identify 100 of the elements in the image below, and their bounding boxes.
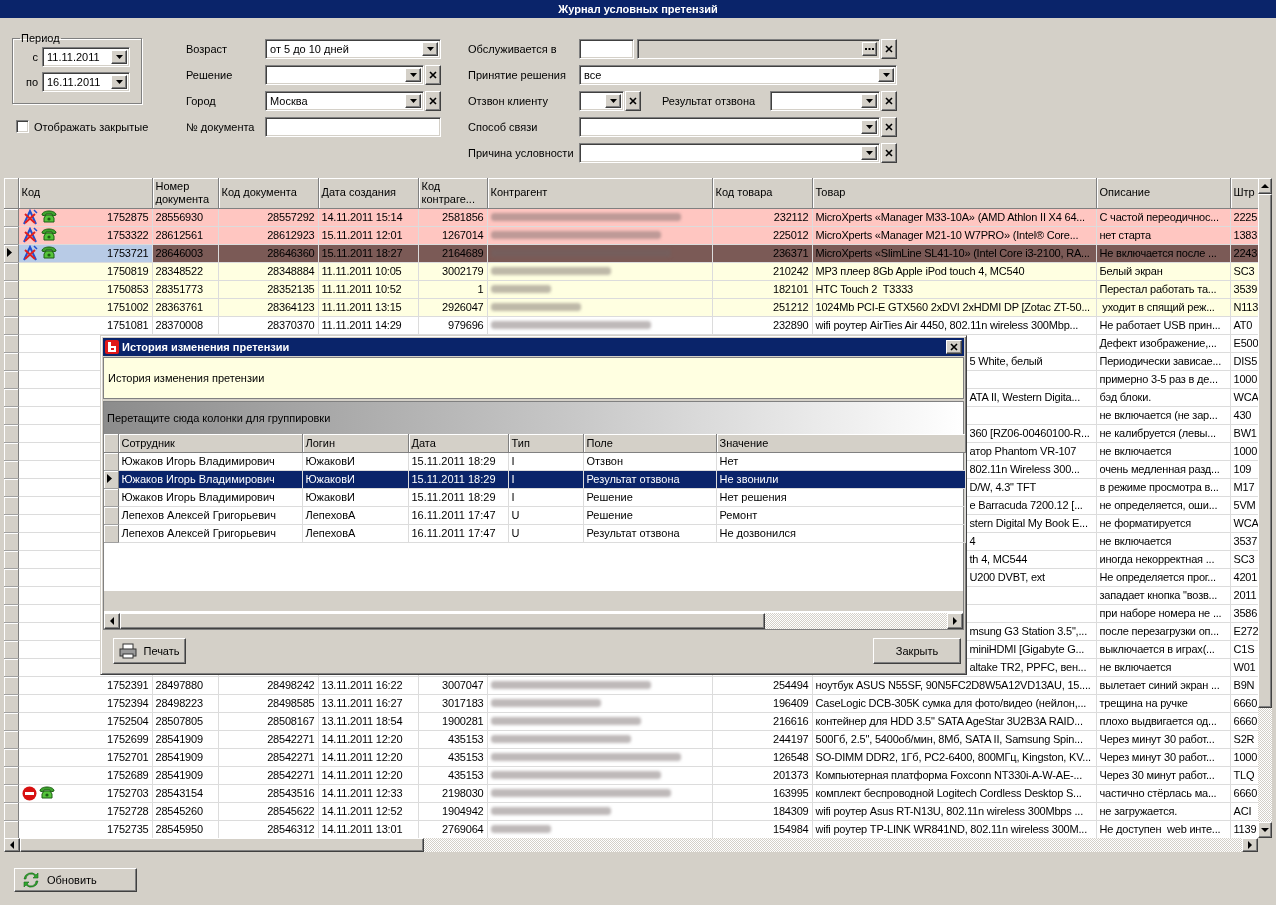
clear-button[interactable]	[881, 117, 897, 137]
dropdown-field[interactable]: от 5 до 10 дней	[265, 39, 441, 59]
clear-button[interactable]	[425, 65, 441, 85]
table-cell: 28352135	[218, 280, 318, 298]
lookup-field[interactable]	[637, 39, 880, 59]
table-cell: 15.11.2011 18:29	[408, 452, 508, 470]
horizontal-scrollbar[interactable]	[4, 838, 1258, 852]
caret-icon	[115, 80, 123, 84]
column-header[interactable]: Код документа	[218, 178, 318, 208]
table-row[interactable]: Лепехов Алексей Григорьевич ЛепеховА 16.11.2011 17:47 U Решение Ремонт	[104, 506, 965, 524]
column-header[interactable]: Поле	[583, 434, 716, 452]
table-cell: 1752728	[107, 803, 149, 819]
field-label: Отзвон клиенту	[468, 95, 549, 107]
dropdown-button[interactable]	[111, 75, 127, 89]
table-cell: 28542271	[218, 766, 318, 784]
column-header[interactable]: Товар	[812, 178, 1096, 208]
header-cell	[4, 178, 18, 208]
field-label: Возраст	[186, 43, 229, 55]
dropdown-field[interactable]: Москва	[265, 91, 424, 111]
caret-icon	[865, 125, 873, 129]
clear-button[interactable]	[881, 143, 897, 163]
print-button[interactable]: Печать	[113, 638, 186, 664]
table-cell: Решение	[583, 488, 716, 506]
table-cell: 2581856	[418, 208, 487, 226]
table-cell: 28507805	[152, 712, 218, 730]
clear-button[interactable]	[881, 91, 897, 111]
dropdown-button[interactable]	[405, 68, 421, 82]
dropdown-field[interactable]	[770, 91, 880, 111]
column-header[interactable]: Сотрудник	[118, 434, 302, 452]
table-row[interactable]: Южаков Игорь Владимирович ЮжаковИ 15.11.2011 18:29 I Отзвон Нет	[104, 452, 965, 470]
dropdown-button[interactable]	[861, 94, 877, 108]
redacted-text	[490, 825, 551, 833]
table-row[interactable]: Южаков Игорь Владимирович ЮжаковИ 15.11.2011 18:29 I Решение Нет решения	[104, 488, 965, 506]
dropdown-field[interactable]: 16.11.2011	[42, 72, 130, 92]
column-header[interactable]: Логин	[302, 434, 408, 452]
table-cell: 28497880	[152, 676, 218, 694]
table-cell: 1024Mb PCI-E GTX560 2xDVI 2xHDMI DP [Zotac ZT-50...	[812, 298, 1096, 316]
column-header[interactable]: Код товара	[712, 178, 812, 208]
table-cell: 16.11.2011 17:47	[408, 524, 508, 542]
checkbox[interactable]	[16, 120, 29, 133]
dropdown-button[interactable]	[605, 94, 621, 108]
table-cell: ноутбук ASUS N55SF, 90N5FC2D8W5A12VD13AU, 15....	[812, 676, 1096, 694]
close-button[interactable]	[946, 340, 962, 354]
column-header[interactable]: Код	[18, 178, 152, 208]
dropdown-button[interactable]	[405, 94, 421, 108]
column-header[interactable]: Код контраге...	[418, 178, 487, 208]
table-cell: С частой переодичнос...	[1096, 208, 1230, 226]
vertical-scrollbar[interactable]	[1258, 178, 1272, 838]
column-header[interactable]: Штр	[1230, 178, 1258, 208]
column-header[interactable]: Описание	[1096, 178, 1230, 208]
table-cell: 201373	[712, 766, 812, 784]
dropdown-button[interactable]	[111, 50, 127, 64]
cross-icon	[885, 123, 893, 131]
table-cell: 28542271	[218, 730, 318, 748]
dropdown-field[interactable]	[579, 143, 880, 163]
column-header[interactable]: Значение	[716, 434, 965, 452]
column-header[interactable]: Номер документа	[152, 178, 218, 208]
column-header[interactable]: Дата создания	[318, 178, 418, 208]
dialog-title: История изменения претензии	[122, 341, 291, 353]
table-cell: 1752391	[107, 677, 149, 693]
table-cell: 435153	[418, 730, 487, 748]
cross-icon	[629, 97, 637, 105]
table-cell: 14.11.2011 12:20	[318, 766, 418, 784]
text-field[interactable]	[579, 39, 634, 59]
dropdown-field[interactable]	[579, 117, 880, 137]
dropdown-field[interactable]: все	[579, 65, 897, 85]
refresh-button[interactable]: Обновить	[14, 868, 137, 892]
table-cell: 15.11.2011 18:29	[408, 470, 508, 488]
table-cell: нет старта	[1096, 226, 1230, 244]
browse-button[interactable]	[862, 42, 877, 56]
dropdown-field[interactable]	[579, 91, 624, 111]
column-header[interactable]: Дата	[408, 434, 508, 452]
table-cell: Не звонили	[716, 470, 965, 488]
dropdown-button[interactable]	[861, 120, 877, 134]
horizontal-scrollbar[interactable]	[104, 613, 963, 629]
table-cell: 1900281	[418, 712, 487, 730]
column-header[interactable]: Тип	[508, 434, 583, 452]
caret-icon	[409, 73, 417, 77]
caret-icon	[882, 73, 890, 77]
table-cell: 11.11.2011 13:15	[318, 298, 418, 316]
field-label: Город	[186, 95, 217, 107]
dropdown-button[interactable]	[861, 146, 877, 160]
table-cell: MicroXperts «Manager M33-10A» (AMD Athlon II X4 64...	[812, 208, 1096, 226]
column-header[interactable]: Контрагент	[487, 178, 712, 208]
table-cell: 13.11.2011 16:22	[318, 676, 418, 694]
table-cell: 251212	[712, 298, 812, 316]
dropdown-field[interactable]: 11.11.2011	[42, 47, 130, 67]
clear-button[interactable]	[881, 39, 897, 59]
table-cell: ЛепеховА	[302, 524, 408, 542]
dropdown-field[interactable]	[265, 65, 424, 85]
text-field[interactable]	[265, 117, 441, 137]
dropdown-button[interactable]	[878, 68, 894, 82]
clear-button[interactable]	[625, 91, 641, 111]
close-dialog-button[interactable]: Закрыть	[873, 638, 961, 664]
table-row[interactable]: Лепехов Алексей Григорьевич ЛепеховА 16.11.2011 17:47 U Результат отзвона Не дозвонился	[104, 524, 965, 542]
table-cell: частично стёрлась ма...	[1096, 784, 1230, 802]
clear-button[interactable]	[425, 91, 441, 111]
table-cell: 182101	[712, 280, 812, 298]
table-cell: 14.11.2011 12:20	[318, 730, 418, 748]
dropdown-button[interactable]	[422, 42, 438, 56]
